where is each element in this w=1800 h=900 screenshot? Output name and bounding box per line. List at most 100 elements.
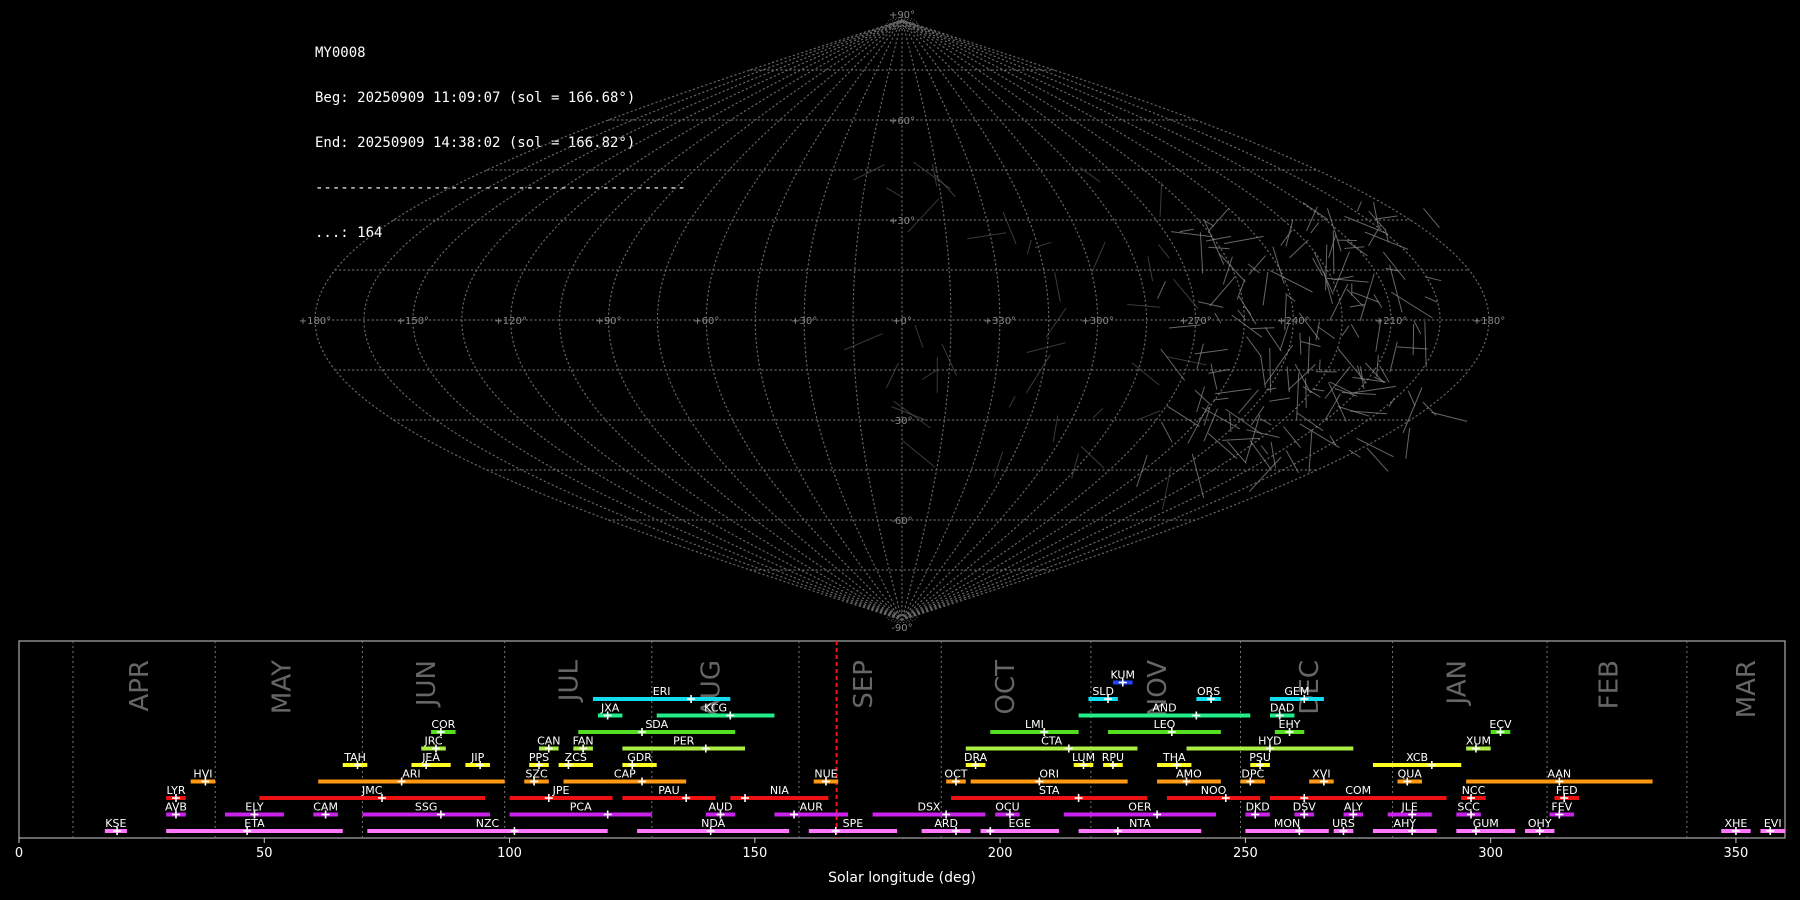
shower-label: GUM — [1473, 817, 1499, 830]
month-label: JUL — [554, 659, 584, 703]
shower-ehy: EHY — [1274, 718, 1305, 736]
shower-label: NOO — [1201, 784, 1227, 797]
shower-label: XVI — [1312, 768, 1330, 781]
shower-fev: FEV — [1549, 801, 1575, 819]
shower-label: NTA — [1129, 817, 1151, 830]
shower-label: PCA — [570, 801, 592, 814]
x-tick-label: 0 — [15, 846, 23, 861]
shower-label: SSG — [415, 801, 438, 814]
shower-label: PER — [673, 735, 695, 748]
shower-label: ORI — [1039, 768, 1059, 781]
shower-aud: AUD — [705, 801, 736, 819]
shower-label: LEO — [1154, 718, 1176, 731]
x-axis-label: Solar longitude (deg) — [828, 870, 976, 886]
shower-label: JRC — [424, 735, 443, 748]
shower-label: DSV — [1293, 801, 1316, 814]
shower-label: NIA — [770, 784, 789, 797]
shower-label: SCC — [1457, 801, 1480, 814]
shower-label: AAN — [1548, 768, 1572, 781]
shower-label: EGE — [1009, 817, 1031, 830]
shower-jxa: JXA — [597, 702, 623, 720]
shower-lyr: LYR — [166, 784, 186, 802]
shower-sld: SLD — [1088, 685, 1118, 703]
shower-label: OCT — [944, 768, 967, 781]
x-tick-label: 100 — [497, 846, 522, 861]
shower-label: AUR — [800, 801, 824, 814]
month-label: MAY — [267, 660, 297, 714]
month-label: SEP — [849, 660, 879, 709]
shower-label: XCB — [1406, 751, 1428, 764]
shower-label: FEV — [1551, 801, 1572, 814]
shower-label: CAP — [614, 768, 636, 781]
shower-gdr: GDR — [622, 751, 657, 769]
shower-label: CTA — [1041, 735, 1063, 748]
shower-jrc: JRC — [421, 735, 446, 753]
shower-label: CAM — [313, 801, 338, 814]
x-tick-label: 50 — [256, 846, 273, 861]
shower-can: CAN — [537, 735, 561, 753]
shower-ors: ORS — [1196, 685, 1221, 703]
shower-label: AUD — [708, 801, 732, 814]
month-label: OCT — [991, 660, 1021, 715]
shower-label: LUM — [1072, 751, 1095, 764]
shower-label: ZCS — [565, 751, 587, 764]
shower-label: PPS — [529, 751, 549, 764]
shower-label: DAD — [1270, 702, 1294, 715]
shower-label: FAN — [573, 735, 594, 748]
shower-label: DPC — [1241, 768, 1264, 781]
shower-label: THA — [1162, 751, 1186, 764]
shower-hvi: HVI — [190, 768, 216, 786]
shower-oct: OCT — [944, 768, 968, 786]
shower-aly: ALY — [1343, 801, 1364, 819]
month-label: APR — [125, 660, 155, 712]
month-label: JAN — [1442, 660, 1472, 706]
shower-label: XHE — [1725, 817, 1748, 830]
shower-label: PSU — [1249, 751, 1271, 764]
shower-label: AVB — [165, 801, 187, 814]
shower-label: OCU — [995, 801, 1019, 814]
shower-label: HVI — [193, 768, 212, 781]
x-tick-label: 300 — [1478, 846, 1503, 861]
shower-label: QUA — [1398, 768, 1423, 781]
shower-label: EHY — [1279, 718, 1301, 731]
shower-label: JXA — [600, 702, 620, 715]
shower-label: TAH — [343, 751, 366, 764]
shower-label: ERI — [653, 685, 671, 698]
shower-nue: NUE — [813, 768, 839, 786]
shower-tah: TAH — [342, 751, 368, 769]
shower-label: AND — [1152, 702, 1176, 715]
shower-scc: SCC — [1456, 801, 1481, 819]
shower-cor: COR — [431, 718, 456, 736]
shower-psu: PSU — [1249, 751, 1271, 769]
shower-label: COR — [431, 718, 455, 731]
shower-label: KSE — [105, 817, 126, 830]
shower-label: PAU — [658, 784, 680, 797]
shower-lum: LUM — [1072, 751, 1095, 769]
shower-label: ORS — [1197, 685, 1220, 698]
month-label: FEB — [1594, 660, 1624, 709]
shower-dad: DAD — [1269, 702, 1295, 720]
shower-szc: SZC — [524, 768, 549, 786]
shower-dpc: DPC — [1240, 768, 1266, 786]
shower-label: NUE — [814, 768, 837, 781]
shower-evi: EVI — [1760, 817, 1785, 835]
shower-fan: FAN — [573, 735, 594, 753]
shower-label: DRA — [964, 751, 988, 764]
shower-label: KCG — [704, 702, 727, 715]
shower-label: NZC — [476, 817, 500, 830]
shower-qua: QUA — [1397, 768, 1422, 786]
shower-label: NCC — [1462, 784, 1486, 797]
shower-label: EVI — [1764, 817, 1782, 830]
shower-dsv: DSV — [1293, 801, 1316, 819]
shower-label: COM — [1345, 784, 1371, 797]
shower-pps: PPS — [529, 751, 549, 769]
shower-label: DSX — [917, 801, 940, 814]
shower-label: JMC — [361, 784, 383, 797]
shower-label: XUM — [1466, 735, 1491, 748]
shower-label: HYD — [1258, 735, 1281, 748]
shower-label: STA — [1039, 784, 1060, 797]
shower-label: JPE — [552, 784, 570, 797]
shower-label: ECV — [1489, 718, 1512, 731]
shower-dkd: DKD — [1245, 801, 1270, 819]
shower-label: AMO — [1176, 768, 1202, 781]
